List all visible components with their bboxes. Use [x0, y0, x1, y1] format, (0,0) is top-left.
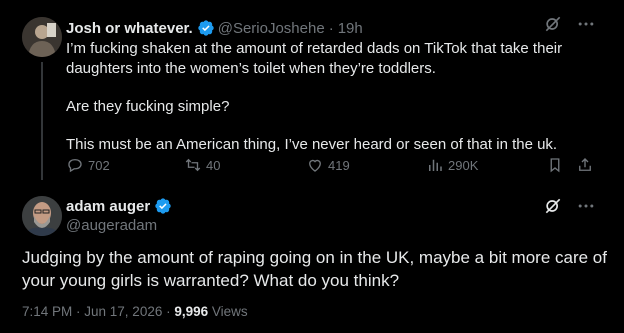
post-header: Josh or whatever. @SerioJoshehe · 19h	[66, 19, 363, 37]
grok-icon[interactable]	[543, 14, 563, 34]
post-paragraph: Are they fucking simple?	[66, 98, 230, 115]
repost-icon	[185, 158, 201, 172]
reply-count: 702	[88, 157, 110, 173]
verified-badge-icon	[198, 20, 214, 36]
post-paragraph: I’m fucking shaken at the amount of reta…	[66, 40, 563, 77]
like-icon	[309, 159, 321, 172]
share-icon	[579, 158, 591, 171]
post-text: I’m fucking shaken at the amount of reta…	[66, 39, 606, 155]
repost-count: 40	[206, 157, 221, 173]
handle[interactable]: @augeradam	[66, 217, 157, 234]
post-meta: 7:14 PM · Jun 17, 2026 · 9,996 Views	[22, 304, 248, 319]
bookmark-icon	[550, 158, 560, 173]
avatar[interactable]	[22, 196, 62, 236]
bookmark-button[interactable]	[546, 156, 564, 174]
dot-separator: ·	[328, 19, 334, 37]
post-top-actions	[543, 14, 596, 34]
reply-button[interactable]: 702	[66, 156, 110, 174]
views-count: 290K	[448, 157, 479, 173]
post-paragraph: This must be an American thing, I’ve nev…	[66, 136, 558, 153]
avatar-image	[22, 196, 62, 236]
avatar-image	[22, 17, 62, 57]
verified-badge-icon	[155, 198, 171, 214]
views-label: Views	[211, 304, 248, 319]
display-name[interactable]: Josh or whatever.	[66, 20, 193, 37]
post-header: adam auger	[66, 197, 175, 215]
handle[interactable]: @SerioJoshehe	[218, 20, 325, 37]
avatar[interactable]	[22, 17, 62, 57]
views-count: 9,996	[174, 304, 209, 319]
thread-line	[41, 62, 43, 180]
grok-icon[interactable]	[543, 196, 563, 216]
timestamp[interactable]: 7:14 PM · Jun 17, 2026 ·	[22, 304, 174, 319]
display-name[interactable]: adam auger	[66, 198, 150, 215]
repost-button[interactable]: 40	[184, 156, 220, 174]
like-button[interactable]: 419	[306, 156, 350, 174]
more-icon[interactable]	[576, 14, 596, 34]
action-bar: 702 40 419 290K	[66, 156, 596, 176]
post-text: Judging by the amount of raping going on…	[22, 248, 607, 290]
views-button[interactable]: 290K	[426, 156, 478, 174]
more-icon[interactable]	[576, 196, 596, 216]
reply-icon	[68, 159, 82, 173]
timestamp[interactable]: 19h	[338, 20, 363, 37]
like-count: 419	[328, 157, 350, 173]
share-button[interactable]	[576, 156, 594, 174]
post-top-actions	[543, 196, 596, 216]
views-icon	[429, 159, 442, 171]
